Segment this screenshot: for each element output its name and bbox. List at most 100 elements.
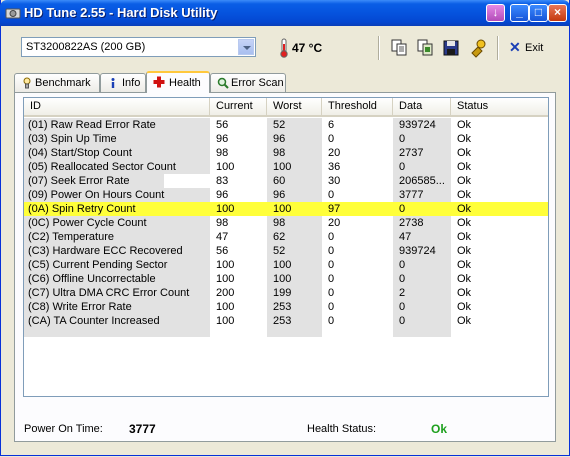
close-button[interactable]: × (548, 4, 567, 22)
thermometer-icon (280, 38, 288, 58)
table-cell-worst: 60 (273, 175, 286, 187)
table-cell-worst: 199 (273, 287, 292, 299)
table-cell-current: 47 (216, 231, 229, 243)
table-cell-status: Ok (457, 273, 472, 285)
toolbar-separator (497, 36, 499, 60)
table-cell-id: (01) Raw Read Error Rate (28, 119, 156, 131)
table-cell-worst: 96 (273, 133, 286, 145)
table-cell-id: (C7) Ultra DMA CRC Error Count (28, 287, 190, 299)
tab-strip: Benchmark Info Health Error Scan (14, 71, 554, 93)
table-cell-status: Ok (457, 133, 472, 145)
tab-label: Info (122, 77, 141, 89)
table-cell-id: (09) Power On Hours Count (28, 189, 165, 201)
table-row[interactable]: (07) Seek Error Rate 83 60 30 206585... Ok (24, 174, 548, 188)
copy-icon[interactable] (389, 38, 409, 58)
table-row[interactable]: (C2) Temperature 47 62 0 47 Ok (24, 230, 548, 244)
tab-label: Benchmark (35, 77, 91, 89)
table-row[interactable]: (C8) Write Error Rate 100 253 0 0 Ok (24, 300, 548, 314)
table-cell-data: 2 (399, 287, 406, 299)
table-row[interactable]: (05) Reallocated Sector Count 100 100 36 0 Ok (24, 160, 548, 174)
table-cell-current: 96 (216, 133, 229, 145)
power-on-value: 3777 (129, 422, 156, 436)
exit-icon: ✕ (509, 39, 521, 55)
column-header-worst[interactable]: Worst (267, 98, 322, 115)
benchmark-icon (23, 77, 31, 89)
table-cell-threshold: 0 (328, 315, 335, 327)
table-row[interactable]: (04) Start/Stop Count 98 98 20 2737 Ok (24, 146, 548, 160)
health-status-label: Health Status: (307, 423, 377, 435)
drive-select-value: ST3200822AS (200 GB) (26, 41, 146, 53)
table-cell-worst: 253 (273, 301, 292, 313)
info-icon (111, 78, 115, 88)
table-cell-status: Ok (457, 245, 472, 257)
download-button[interactable]: ↓ (486, 4, 505, 22)
column-header-id[interactable]: ID (24, 98, 210, 115)
chevron-down-icon[interactable] (238, 39, 254, 55)
table-cell-data: 3777 (399, 189, 424, 201)
table-row[interactable]: (C7) Ultra DMA CRC Error Count 200 199 0 2 Ok (24, 286, 548, 300)
tab-benchmark[interactable]: Benchmark (14, 73, 100, 92)
table-cell-threshold: 0 (328, 259, 335, 271)
exit-button[interactable]: ✕ Exit (509, 40, 545, 56)
save-icon[interactable] (441, 38, 461, 58)
tab-label: Error Scan (231, 77, 284, 89)
title-bar: HD Tune 2.55 - Hard Disk Utility ↓ _ □ × (0, 0, 570, 26)
table-cell-worst: 100 (273, 273, 292, 285)
table-cell-data: 0 (399, 259, 406, 271)
table-cell-threshold: 0 (328, 273, 335, 285)
tab-info[interactable]: Info (100, 73, 146, 92)
copy-all-icon[interactable] (415, 38, 435, 58)
table-cell-id: (07) Seek Error Rate (28, 175, 130, 187)
column-header-status[interactable]: Status (451, 98, 548, 115)
exit-label: Exit (525, 42, 544, 54)
window-title: HD Tune 2.55 - Hard Disk Utility (24, 5, 218, 20)
column-header-data[interactable]: Data (393, 98, 451, 115)
table-cell-id: (05) Reallocated Sector Count (28, 161, 176, 173)
column-header-threshold[interactable]: Threshold (322, 98, 393, 115)
table-row[interactable]: (0C) Power Cycle Count 98 98 20 2738 Ok (24, 216, 548, 230)
table-cell-status: Ok (457, 217, 472, 229)
options-icon[interactable] (468, 38, 488, 58)
table-row[interactable]: (0A) Spin Retry Count 100 100 97 0 Ok (24, 202, 548, 216)
smart-attributes-table[interactable]: ID Current Worst Threshold Data Status (… (23, 97, 549, 397)
column-header-current[interactable]: Current (210, 98, 267, 115)
table-cell-data: 939724 (399, 119, 436, 131)
minimize-button[interactable]: _ (510, 4, 529, 22)
table-row[interactable]: (C3) Hardware ECC Recovered 56 52 0 939724 Ok (24, 244, 548, 258)
app-disk-icon (5, 8, 21, 19)
table-cell-current: 96 (216, 189, 229, 201)
table-cell-data: 0 (399, 203, 406, 215)
table-row[interactable]: (03) Spin Up Time 96 96 0 0 Ok (24, 132, 548, 146)
drive-select[interactable]: ST3200822AS (200 GB) (21, 37, 256, 57)
table-cell-id: (C6) Offline Uncorrectable (28, 273, 156, 285)
tab-health[interactable]: Health (146, 71, 210, 93)
table-cell-id: (04) Start/Stop Count (28, 147, 132, 159)
table-cell-current: 100 (216, 203, 235, 215)
table-cell-worst: 98 (273, 217, 286, 229)
table-cell-worst: 100 (273, 259, 292, 271)
table-cell-status: Ok (457, 315, 472, 327)
table-cell-threshold: 0 (328, 245, 335, 257)
table-cell-data: 0 (399, 273, 406, 285)
table-cell-status: Ok (457, 161, 472, 173)
table-cell-status: Ok (457, 175, 472, 187)
table-cell-worst: 52 (273, 119, 286, 131)
table-cell-current: 100 (216, 301, 235, 313)
table-cell-current: 100 (216, 273, 235, 285)
table-cell-threshold: 0 (328, 189, 335, 201)
table-row[interactable]: (CA) TA Counter Increased 100 253 0 0 Ok (24, 314, 548, 328)
table-cell-data: 939724 (399, 245, 436, 257)
table-row[interactable]: (09) Power On Hours Count 96 96 0 3777 Ok (24, 188, 548, 202)
table-row[interactable]: (01) Raw Read Error Rate 56 52 6 939724 Ok (24, 118, 548, 132)
health-cross-icon (153, 76, 165, 88)
maximize-button[interactable]: □ (529, 4, 548, 22)
table-cell-id: (0A) Spin Retry Count (28, 203, 136, 215)
tab-error-scan[interactable]: Error Scan (210, 73, 286, 92)
health-status-value: Ok (431, 422, 448, 436)
table-cell-threshold: 97 (328, 203, 341, 215)
table-cell-threshold: 0 (328, 287, 335, 299)
table-row[interactable]: (C5) Current Pending Sector 100 100 0 0 Ok (24, 258, 548, 272)
table-cell-status: Ok (457, 231, 472, 243)
table-row[interactable]: (C6) Offline Uncorrectable 100 100 0 0 Ok (24, 272, 548, 286)
table-cell-threshold: 0 (328, 133, 335, 145)
